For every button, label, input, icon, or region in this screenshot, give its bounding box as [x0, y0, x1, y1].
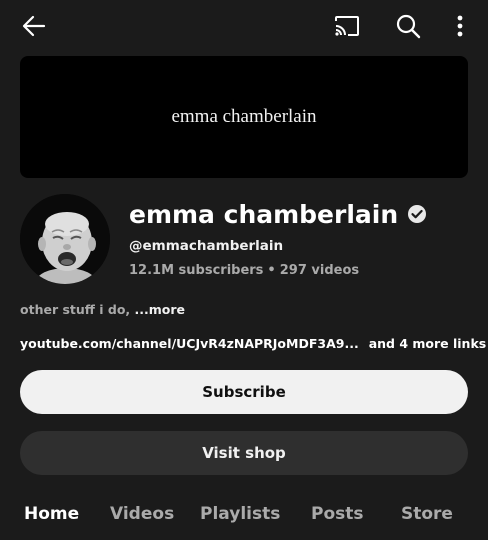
channel-stats: 12.1M subscribers • 297 videos [129, 263, 359, 278]
channel-handle: @emmachamberlain [129, 238, 284, 254]
channel-link[interactable]: youtube.com/channel/UCJvR4zNAPRJoMDF3A9.… [20, 336, 359, 351]
description-text: other stuff i do, [20, 302, 135, 317]
stats-separator: • [267, 263, 276, 278]
subscriber-count: 12.1M subscribers [129, 263, 264, 278]
channel-banner: emma chamberlain [20, 56, 468, 178]
cast-button[interactable] [331, 10, 363, 42]
subscribe-button[interactable]: Subscribe [20, 370, 468, 414]
channel-name: emma chamberlain [129, 199, 399, 229]
back-button[interactable] [18, 10, 50, 42]
visit-shop-button[interactable]: Visit shop [20, 431, 468, 475]
top-app-bar [0, 0, 488, 52]
channel-links[interactable]: youtube.com/channel/UCJvR4zNAPRJoMDF3A9.… [20, 336, 486, 351]
tab-home[interactable]: Home [24, 504, 79, 524]
crying-baby-photo [20, 194, 110, 284]
cast-icon [335, 16, 359, 36]
tab-posts[interactable]: Posts [311, 504, 364, 524]
avatar[interactable] [20, 194, 110, 284]
search-button[interactable] [392, 10, 424, 42]
verified-check-icon [407, 204, 427, 224]
arrow-left-icon [22, 15, 46, 37]
banner-text: emma chamberlain [171, 106, 317, 127]
channel-name-row: emma chamberlain [129, 196, 427, 232]
channel-tabs: Home Videos Playlists Posts Store [0, 496, 488, 536]
more-vertical-icon [457, 15, 463, 37]
tab-playlists[interactable]: Playlists [200, 504, 280, 524]
video-count: 297 videos [279, 263, 360, 278]
tab-store[interactable]: Store [401, 504, 453, 524]
search-icon [396, 14, 421, 39]
more-link[interactable]: ...more [135, 302, 186, 317]
channel-description[interactable]: other stuff i do, ...more [20, 302, 185, 317]
tab-videos[interactable]: Videos [110, 504, 174, 524]
more-links-link[interactable]: and 4 more links [369, 336, 487, 351]
more-options-button[interactable] [444, 10, 476, 42]
